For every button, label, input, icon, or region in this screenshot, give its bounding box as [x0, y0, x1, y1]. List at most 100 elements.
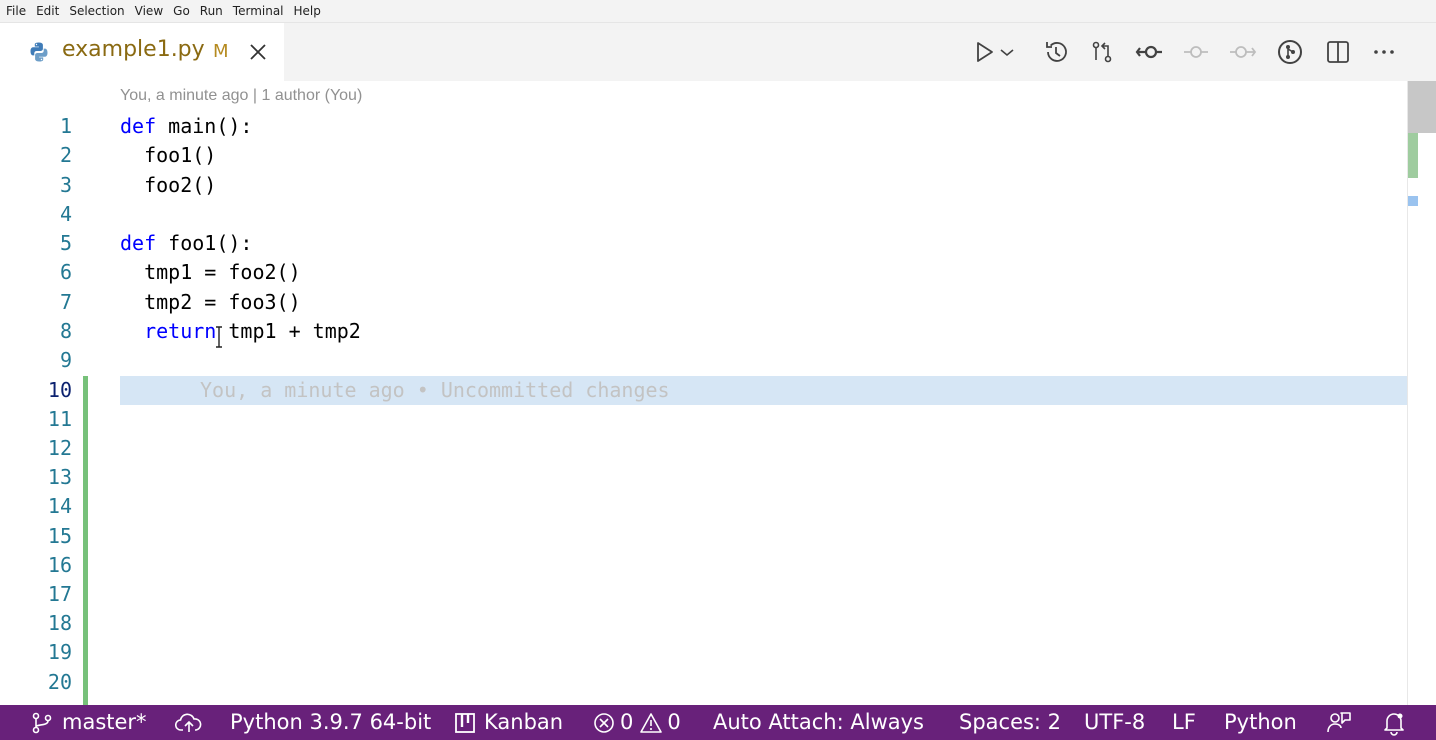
- language-mode[interactable]: Python: [1224, 705, 1297, 740]
- line-number: 11: [47, 407, 72, 431]
- compare-changes-icon[interactable]: [1088, 38, 1116, 66]
- code-editor[interactable]: You, a minute ago | 1 author (You) 1 2 3…: [0, 81, 1436, 705]
- codelens-authors[interactable]: 1 author (You): [261, 87, 362, 104]
- sync-status[interactable]: [175, 705, 203, 740]
- diff-added-indicator[interactable]: [83, 376, 88, 705]
- menu-help[interactable]: Help: [289, 0, 326, 22]
- code-line[interactable]: tmp1 = foo2(): [120, 258, 301, 287]
- keyword: def: [120, 114, 157, 138]
- encoding-label: UTF-8: [1084, 710, 1146, 734]
- text-cursor-icon: [214, 325, 224, 349]
- scrollbar-cursor-marker: [1408, 196, 1418, 206]
- line-number: 3: [59, 173, 72, 197]
- next-revision-icon[interactable]: [1229, 38, 1257, 66]
- code-line[interactable]: foo2(): [120, 171, 216, 200]
- line-number-active: 10: [47, 378, 72, 402]
- tab-example1-py[interactable]: example1.py M: [0, 23, 284, 81]
- code-text: main():: [156, 114, 253, 138]
- code-line[interactable]: foo1(): [120, 141, 216, 170]
- eol-status[interactable]: LF: [1172, 705, 1196, 740]
- git-lens-icon[interactable]: [1276, 38, 1304, 66]
- menu-terminal[interactable]: Terminal: [228, 0, 289, 22]
- python-icon: [28, 41, 50, 63]
- menu-go[interactable]: Go: [168, 0, 195, 22]
- line-number: 20: [47, 670, 72, 694]
- notifications-button[interactable]: [1381, 705, 1407, 740]
- problems-status[interactable]: 0 0: [592, 705, 681, 740]
- line-number: 15: [47, 524, 72, 548]
- menu-bar: File Edit Selection View Go Run Terminal…: [0, 0, 1436, 23]
- feedback-icon: [1327, 711, 1351, 732]
- vertical-scrollbar[interactable]: [1407, 81, 1436, 705]
- line-number: 19: [47, 640, 72, 664]
- keyword: return: [144, 319, 217, 343]
- code-line[interactable]: tmp2 = foo3(): [120, 288, 301, 317]
- menu-view[interactable]: View: [130, 0, 168, 22]
- code-line[interactable]: return tmp1 + tmp2: [120, 317, 361, 346]
- menu-edit[interactable]: Edit: [31, 0, 64, 22]
- line-number: 17: [47, 582, 72, 606]
- line-number: 18: [47, 611, 72, 635]
- branch-name: master*: [62, 710, 147, 734]
- line-number: 6: [59, 260, 72, 284]
- blame-codelens[interactable]: You, a minute ago | 1 author (You): [120, 87, 362, 105]
- tab-filename: example1.py: [62, 37, 205, 62]
- line-number: 9: [59, 348, 72, 372]
- branch-status[interactable]: master*: [30, 705, 147, 740]
- codelens-separator: |: [252, 87, 258, 104]
- indentation-status[interactable]: Spaces: 2: [959, 705, 1061, 740]
- line-number: 7: [59, 290, 72, 314]
- spaces-label: Spaces: 2: [959, 710, 1062, 734]
- auto-attach-status[interactable]: Auto Attach: Always: [713, 705, 924, 740]
- editor-toolbar: [966, 23, 1436, 81]
- commit-icon[interactable]: [1135, 38, 1163, 66]
- menu-run[interactable]: Run: [195, 0, 228, 22]
- modified-badge: M: [213, 41, 229, 62]
- language-label: Python: [1224, 710, 1297, 734]
- keyword: def: [120, 231, 157, 255]
- feedback-button[interactable]: [1326, 705, 1352, 740]
- close-icon[interactable]: [247, 41, 269, 63]
- code-text: tmp1 = foo2(): [120, 260, 301, 284]
- dropdown-icon[interactable]: [998, 38, 1016, 66]
- code-line[interactable]: def foo1():: [120, 229, 252, 258]
- line-number: 1: [59, 114, 72, 138]
- scrollbar-thumb[interactable]: [1408, 81, 1436, 133]
- split-editor-icon[interactable]: [1324, 38, 1352, 66]
- cloud-upload-icon: [175, 713, 202, 732]
- line-number: 14: [47, 494, 72, 518]
- more-actions-icon[interactable]: [1370, 38, 1398, 66]
- codelens-author-time[interactable]: You, a minute ago: [120, 87, 248, 104]
- line-number: 2: [59, 143, 72, 167]
- line-number: 4: [59, 202, 72, 226]
- error-icon: [594, 712, 614, 733]
- python-interpreter[interactable]: Python 3.9.7 64-bit: [230, 705, 431, 740]
- timeline-icon[interactable]: [1042, 38, 1070, 66]
- inline-blame-annotation: You, a minute ago • Uncommitted changes: [200, 378, 670, 402]
- code-text: tmp1 + tmp2: [216, 319, 361, 343]
- kanban-status[interactable]: Kanban: [454, 705, 563, 740]
- warning-icon: [640, 712, 663, 733]
- menu-file[interactable]: File: [0, 0, 31, 22]
- code-line[interactable]: def main():: [120, 112, 252, 141]
- previous-revision-icon[interactable]: [1182, 38, 1210, 66]
- code-text: foo1(): [120, 143, 217, 167]
- kanban-label: Kanban: [484, 710, 564, 734]
- line-number: 5: [59, 231, 72, 255]
- run-icon[interactable]: [970, 38, 998, 66]
- auto-attach-label: Auto Attach: Always: [713, 710, 924, 734]
- eol-label: LF: [1172, 710, 1196, 734]
- line-number: 16: [47, 553, 72, 577]
- code-text: foo1():: [156, 231, 253, 255]
- status-bar: master* Python 3.9.7 64-bit Kanban 0 0 A…: [0, 705, 1436, 740]
- encoding-status[interactable]: UTF-8: [1084, 705, 1145, 740]
- code-text: foo2(): [120, 173, 217, 197]
- code-text: tmp2 = foo3(): [120, 290, 301, 314]
- bell-icon: [1384, 712, 1404, 736]
- warning-count: 0: [667, 710, 681, 734]
- line-number: 13: [47, 465, 72, 489]
- menu-selection[interactable]: Selection: [64, 0, 129, 22]
- git-branch-icon: [32, 712, 52, 733]
- line-number: 8: [59, 319, 72, 343]
